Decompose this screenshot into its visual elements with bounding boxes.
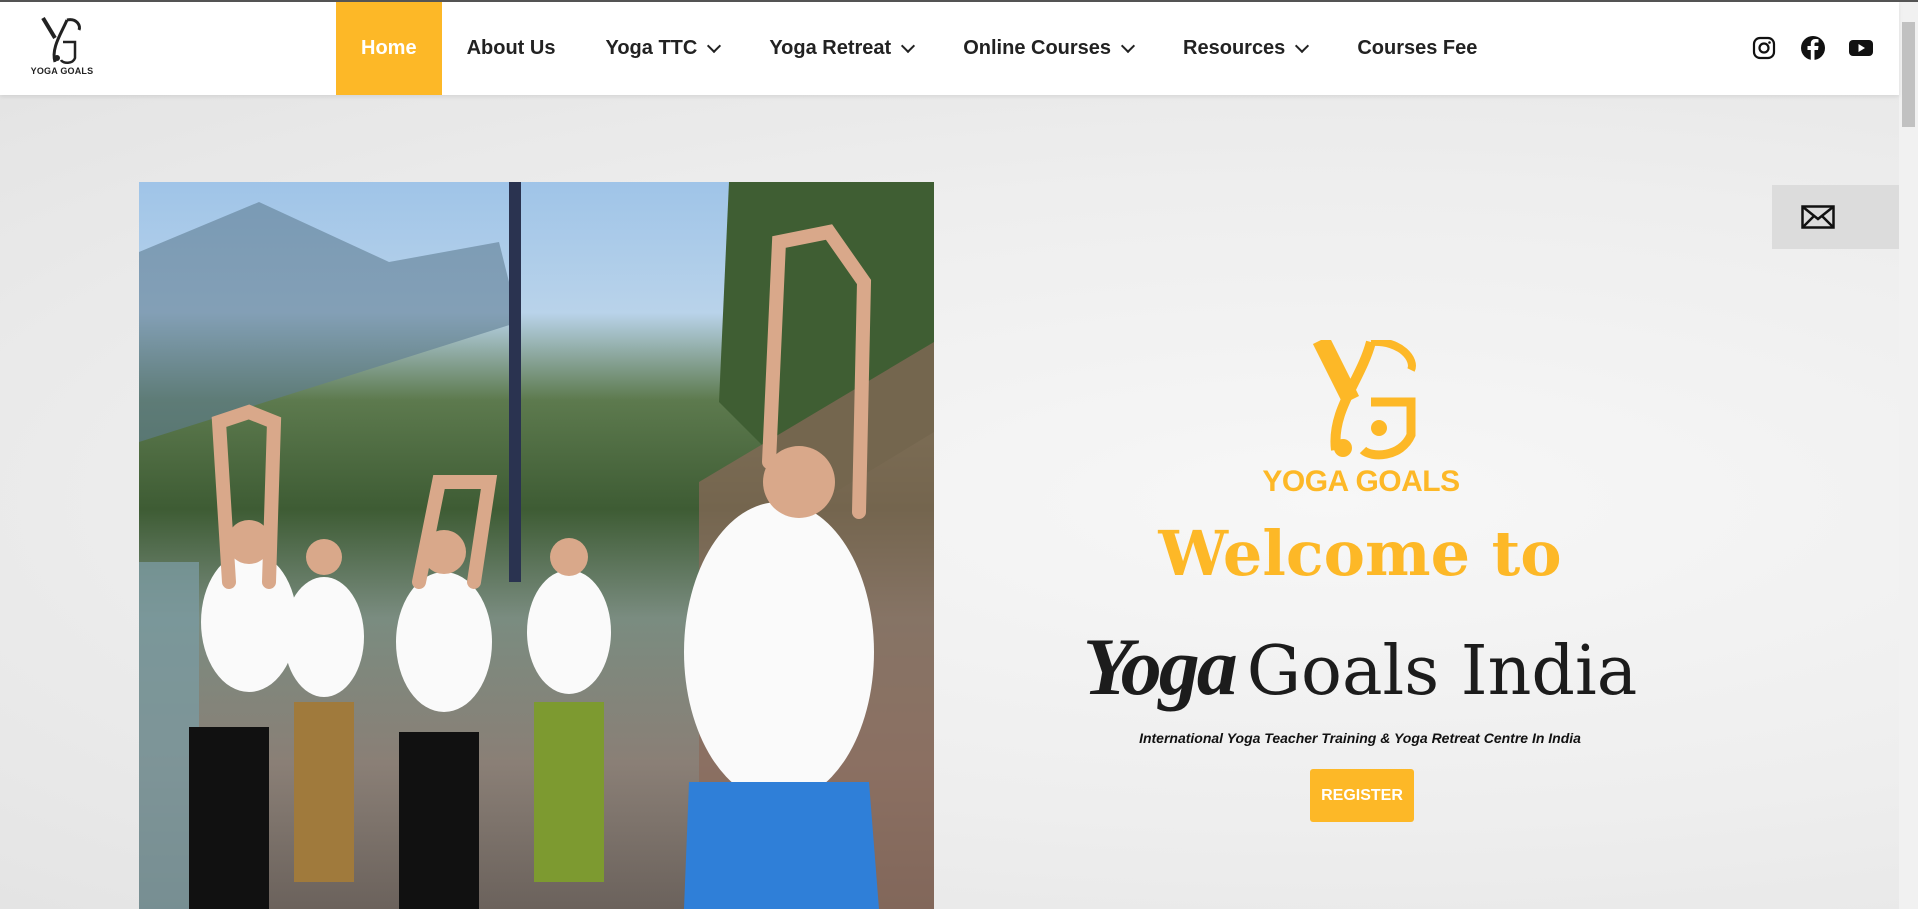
main-menu: Home About Us Yoga TTC Yoga Retreat Onli… [336,2,1502,95]
nav-label: Resources [1183,37,1286,59]
nav-label: Courses Fee [1357,37,1478,59]
nav-yoga-ttc[interactable]: Yoga TTC [580,2,744,95]
mail-icon [1801,205,1835,229]
hero-title: Yoga Goals India [1060,620,1660,714]
nav-label: About Us [466,37,556,59]
nav-label: Home [361,37,417,59]
hero-photo-yoga-group [139,182,934,909]
title-script: Yoga [1082,621,1238,712]
top-navbar: YOGA GOALS Home About Us Yoga TTC Yoga R… [0,2,1899,95]
hero-logo: YOGA GOALS [1250,335,1472,498]
nav-courses-fee[interactable]: Courses Fee [1332,2,1502,95]
nav-yoga-retreat[interactable]: Yoga Retreat [744,2,938,95]
hero-tagline: International Yoga Teacher Training & Yo… [1139,730,1581,746]
chevron-down-icon [707,38,722,53]
logo-text: YOGA GOALS [30,66,94,76]
chevron-down-icon [901,38,916,53]
page-scrollbar[interactable] [1899,2,1918,909]
youtube-icon[interactable] [1848,35,1874,61]
yg-logo-icon [41,16,81,64]
title-rest: Goals India [1246,632,1638,711]
nav-online-courses[interactable]: Online Courses [938,2,1158,95]
welcome-heading: Welcome to [1158,517,1562,590]
nav-resources[interactable]: Resources [1158,2,1332,95]
contact-mail-widget[interactable] [1772,185,1899,249]
yg-logo-icon [1312,335,1416,460]
nav-about-us[interactable]: About Us [442,2,581,95]
chevron-down-icon [1120,38,1136,53]
nav-label: Online Courses [963,37,1112,59]
chevron-down-icon [1295,38,1310,53]
facebook-icon[interactable] [1800,35,1826,61]
register-button[interactable]: REGISTER [1310,769,1414,822]
site-logo[interactable]: YOGA GOALS [24,14,100,84]
hero-logo-text: YOGA GOALS [1262,465,1460,498]
nav-label: Yoga TTC [605,37,698,59]
nav-label: Yoga Retreat [769,37,892,59]
nav-home[interactable]: Home [336,2,442,95]
instagram-icon[interactable] [1751,35,1777,61]
scrollbar-thumb[interactable] [1902,22,1915,127]
